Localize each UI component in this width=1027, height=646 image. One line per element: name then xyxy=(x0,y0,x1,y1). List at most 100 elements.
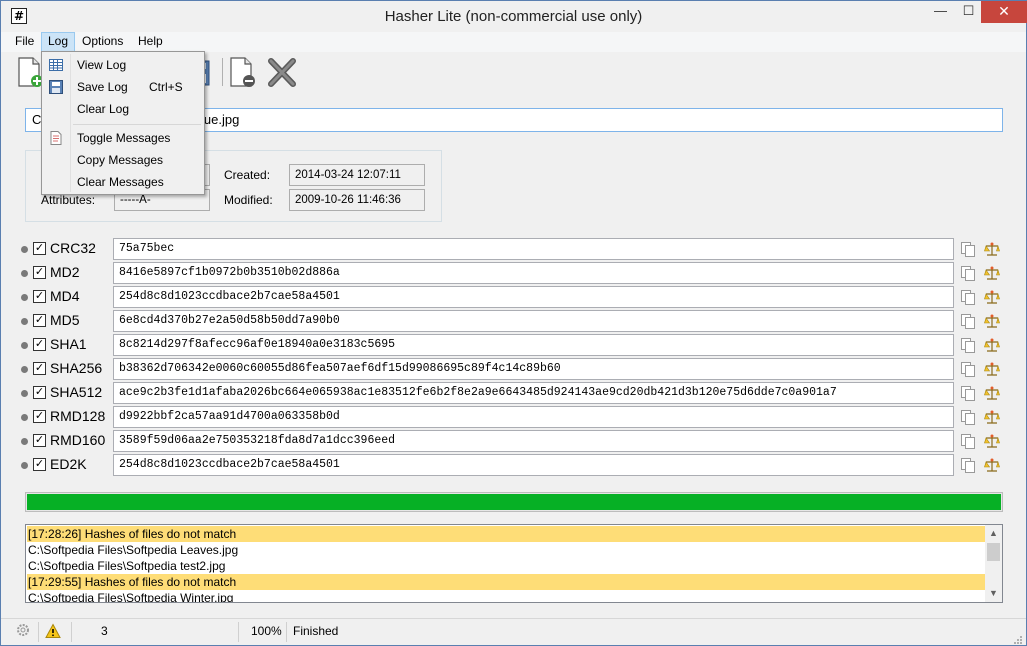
hash-checkbox[interactable]: ✓ xyxy=(33,434,46,447)
hash-row: ✓ SHA256 b38362d706342e0060c60055d86fea507… xyxy=(1,357,1026,381)
hash-value-field[interactable]: 8416e5897cf1b0972b0b3510b02d886a xyxy=(113,262,954,284)
hash-row: ✓ CRC32 75a75bec xyxy=(1,237,1026,261)
hash-value-field[interactable]: 6e8cd4d370b27e2a50d58b50dd7a90b0 xyxy=(113,310,954,332)
hash-value-field[interactable]: 254d8c8d1023ccdbace2b7cae58a4501 xyxy=(113,454,954,476)
hash-row: ✓ ED2K 254d8c8d1023ccdbace2b7cae58a4501 xyxy=(1,453,1026,477)
copy-icon[interactable] xyxy=(960,385,976,401)
copy-icon[interactable] xyxy=(960,313,976,329)
title-bar[interactable]: # Hasher Lite (non-commercial use only) … xyxy=(1,1,1027,32)
hash-name: CRC32 xyxy=(50,240,96,256)
compare-scale-icon[interactable] xyxy=(984,433,1000,449)
hash-value-field[interactable]: 8c8214d297f8afecc96af0e18940a0e3183c5695 xyxy=(113,334,954,356)
status-divider xyxy=(286,622,287,642)
status-dot-icon xyxy=(21,462,28,469)
menu-item-label: Clear Log xyxy=(77,102,130,116)
created-label: Created: xyxy=(224,168,271,182)
hash-checkbox[interactable]: ✓ xyxy=(33,290,46,303)
hash-value-field[interactable]: 254d8c8d1023ccdbace2b7cae58a4501 xyxy=(113,286,954,308)
menu-options[interactable]: Options xyxy=(76,32,129,52)
copy-icon[interactable] xyxy=(960,337,976,353)
status-divider xyxy=(71,622,72,642)
hash-value-field[interactable]: ace9c2b3fe1d1afaba2026bc664e065938ac1e83… xyxy=(113,382,954,404)
compare-scale-icon[interactable] xyxy=(984,313,1000,329)
compare-scale-icon[interactable] xyxy=(984,337,1000,353)
hash-row: ✓ MD5 6e8cd4d370b27e2a50d58b50dd7a90b0 xyxy=(1,309,1026,333)
modified-field: 2009-10-26 11:46:36 xyxy=(289,189,425,211)
menu-bar: File Log Options Help xyxy=(1,32,1026,52)
toolbar-separator xyxy=(222,58,223,86)
log-scrollbar[interactable]: ▲ ▼ xyxy=(985,525,1002,602)
compare-scale-icon[interactable] xyxy=(984,265,1000,281)
log-line: C:\Softpedia Files\Softpedia Winter.jpg xyxy=(28,591,234,603)
hash-checkbox[interactable]: ✓ xyxy=(33,314,46,327)
hash-checkbox[interactable]: ✓ xyxy=(33,386,46,399)
status-divider xyxy=(38,622,39,642)
status-dot-icon xyxy=(21,342,28,349)
scroll-thumb[interactable] xyxy=(987,543,1000,561)
compare-scale-icon[interactable] xyxy=(984,409,1000,425)
hash-checkbox[interactable]: ✓ xyxy=(33,266,46,279)
hash-row: ✓ RMD160 3589f59d06aa2e750353218fda8d7a1dc… xyxy=(1,429,1026,453)
resize-grip-icon[interactable] xyxy=(1011,629,1023,644)
copy-icon[interactable] xyxy=(960,433,976,449)
hash-row: ✓ MD4 254d8c8d1023ccdbace2b7cae58a4501 xyxy=(1,285,1026,309)
hash-row: ✓ MD2 8416e5897cf1b0972b0b3510b02d886a xyxy=(1,261,1026,285)
menu-item-clear-messages[interactable]: Clear Messages xyxy=(44,171,202,193)
status-dot-icon xyxy=(21,318,28,325)
hash-value-field[interactable]: 75a75bec xyxy=(113,238,954,260)
menu-item-label: Save Log xyxy=(77,80,128,94)
settings-gear-icon[interactable] xyxy=(15,622,33,646)
hash-value-field[interactable]: b38362d706342e0060c60055d86fea507aef6df1… xyxy=(113,358,954,380)
hash-value-field[interactable]: 3589f59d06aa2e750353218fda8d7a1dcc396eed xyxy=(113,430,954,452)
menu-file[interactable]: File xyxy=(9,32,40,52)
table-icon xyxy=(48,57,64,73)
scroll-down-icon[interactable]: ▼ xyxy=(985,585,1002,602)
minimize-button[interactable]: — xyxy=(926,1,955,23)
hash-name: MD4 xyxy=(50,288,80,304)
menu-item-label: Copy Messages xyxy=(77,153,164,167)
maximize-button[interactable]: ☐ xyxy=(954,1,983,23)
menu-item-toggle-messages[interactable]: Toggle Messages xyxy=(44,127,202,149)
menu-item-view-log[interactable]: View Log xyxy=(44,54,202,76)
hash-checkbox[interactable]: ✓ xyxy=(33,242,46,255)
menu-item-copy-messages[interactable]: Copy Messages xyxy=(44,149,202,171)
copy-icon[interactable] xyxy=(960,409,976,425)
copy-icon[interactable] xyxy=(960,241,976,257)
cancel-icon[interactable] xyxy=(267,56,297,88)
compare-scale-icon[interactable] xyxy=(984,241,1000,257)
menu-item-label: Toggle Messages xyxy=(77,131,171,145)
hash-checkbox[interactable]: ✓ xyxy=(33,458,46,471)
log-line-warning: [17:29:55] Hashes of files do not match xyxy=(27,574,986,590)
copy-icon[interactable] xyxy=(960,361,976,377)
menu-item-save-log[interactable]: Save Log Ctrl+S xyxy=(44,76,202,98)
status-text: Finished xyxy=(293,624,339,638)
copy-icon[interactable] xyxy=(960,457,976,473)
menu-help[interactable]: Help xyxy=(132,32,169,52)
message-log[interactable]: [17:28:26] Hashes of files do not match C… xyxy=(25,524,1003,603)
copy-icon[interactable] xyxy=(960,265,976,281)
status-dot-icon xyxy=(21,366,28,373)
hash-checkbox[interactable]: ✓ xyxy=(33,410,46,423)
scroll-up-icon[interactable]: ▲ xyxy=(985,525,1002,542)
window-title: Hasher Lite (non-commercial use only) xyxy=(384,8,643,25)
hash-name: ED2K xyxy=(50,456,87,472)
hash-checkbox[interactable]: ✓ xyxy=(33,338,46,351)
hash-checkbox[interactable]: ✓ xyxy=(33,362,46,375)
close-button[interactable]: ✕ xyxy=(981,1,1027,23)
menu-item-clear-log[interactable]: Clear Log xyxy=(44,98,202,120)
warning-icon xyxy=(45,623,63,646)
compare-scale-icon[interactable] xyxy=(984,385,1000,401)
menu-item-shortcut: Ctrl+S xyxy=(149,80,183,94)
status-percent: 100% xyxy=(251,624,282,638)
hash-name: RMD128 xyxy=(50,408,106,424)
hash-name: RMD160 xyxy=(50,432,106,448)
menu-log[interactable]: Log xyxy=(41,32,76,52)
save-log-icon xyxy=(48,79,64,95)
compare-scale-icon[interactable] xyxy=(984,457,1000,473)
remove-file-icon[interactable] xyxy=(227,56,257,88)
hash-value-field[interactable]: d9922bbf2ca57aa91d4700a063358b0d xyxy=(113,406,954,428)
log-menu-dropdown: View Log Save Log Ctrl+S Clear Log Toggl… xyxy=(41,51,205,195)
compare-scale-icon[interactable] xyxy=(984,361,1000,377)
copy-icon[interactable] xyxy=(960,289,976,305)
compare-scale-icon[interactable] xyxy=(984,289,1000,305)
